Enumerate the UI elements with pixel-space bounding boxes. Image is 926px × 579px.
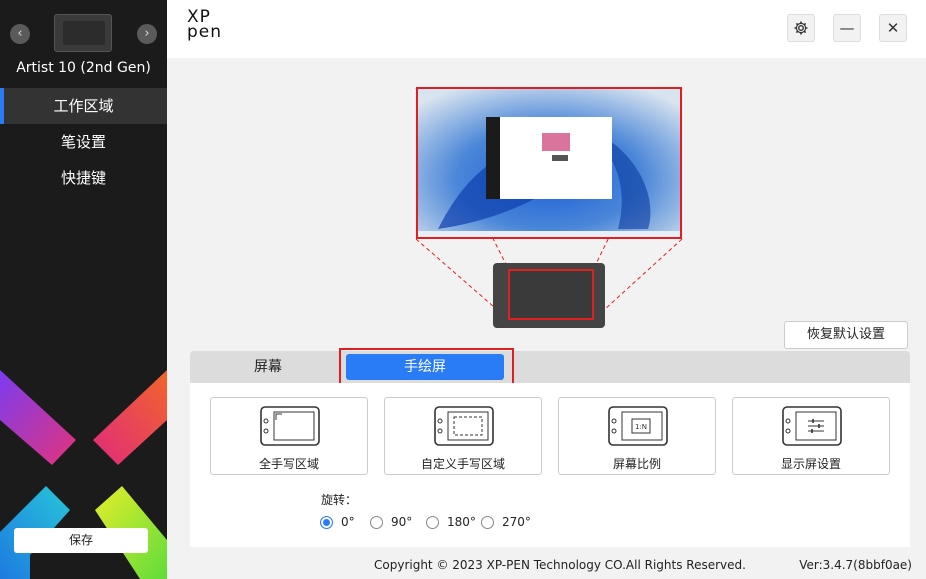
xppen-logo: XP pen [187, 9, 223, 42]
rotation-option-270[interactable]: 270° [481, 515, 531, 531]
minimize-button[interactable]: — [833, 14, 861, 42]
sidebar-item-pen-settings[interactable]: 笔设置 [0, 124, 167, 160]
custom-area-card[interactable]: 自定义手写区域 [384, 397, 542, 475]
chevron-left-icon: ‹ [17, 26, 23, 41]
prev-device-button[interactable]: ‹ [10, 24, 30, 44]
card-label-screen-ratio: 屏幕比例 [612, 457, 661, 471]
rotation-option-0[interactable]: 0° [320, 515, 355, 531]
card-label-custom-area: 自定义手写区域 [420, 457, 505, 471]
monitor-preview [416, 87, 682, 239]
custom-area-icon [434, 406, 494, 446]
svg-text:1:N: 1:N [635, 423, 647, 431]
chevron-right-icon: › [144, 26, 150, 41]
device-name: Artist 10 (2nd Gen) [16, 60, 151, 76]
copyright-text: Copyright © 2023 XP-PEN Technology CO.Al… [374, 558, 746, 572]
rotation-label-90: 90° [391, 515, 413, 529]
main-content: 恢复默认设置 屏幕 手绘屏 全手写区域 自定义手写区域 1:N 屏幕比例 显示屏… [167, 58, 926, 547]
sidebar-menu: 工作区域 笔设置 快捷键 [0, 88, 167, 196]
full-area-icon [260, 406, 320, 446]
version-text: Ver:3.4.7(8bbf0ae) [799, 558, 912, 572]
gear-icon [794, 21, 808, 35]
rotation-option-180[interactable]: 180° [426, 515, 476, 531]
full-area-card[interactable]: 全手写区域 [210, 397, 368, 475]
rotation-label-0: 0° [341, 515, 355, 529]
rotation-label-270: 270° [502, 515, 531, 529]
card-label-full-area: 全手写区域 [258, 457, 319, 471]
close-button[interactable]: ✕ [879, 14, 907, 42]
tab-pen-display[interactable]: 手绘屏 [346, 354, 504, 380]
device-thumbnail [54, 14, 112, 52]
reset-defaults-button[interactable]: 恢复默认设置 [784, 321, 908, 349]
radio-icon [370, 516, 383, 529]
decorative-x-graphic [0, 370, 167, 579]
header: XP pen — ✕ [167, 0, 926, 58]
desktop-wallpaper [418, 89, 680, 237]
card-label-display-settings: 显示屏设置 [780, 457, 841, 471]
screen-ratio-card[interactable]: 1:N 屏幕比例 [558, 397, 716, 475]
sidebar: ‹ › Artist 10 (2nd Gen) 工作区域 笔设置 快捷键 保存 [0, 0, 167, 579]
rotation-label-180: 180° [447, 515, 476, 529]
rotation-title: 旋转： [321, 493, 358, 507]
close-icon: ✕ [886, 19, 900, 37]
area-settings-panel: 全手写区域 自定义手写区域 1:N 屏幕比例 显示屏设置 旋转： 0° 90° … [190, 383, 910, 547]
sidebar-item-work-area[interactable]: 工作区域 [0, 88, 167, 124]
rotation-option-90[interactable]: 90° [370, 515, 412, 531]
tablet-active-area [508, 269, 594, 320]
logo-bottom: pen [187, 22, 223, 42]
footer: Copyright © 2023 XP-PEN Technology CO.Al… [167, 547, 926, 579]
minimize-icon: — [839, 19, 855, 37]
screen-ratio-icon: 1:N [608, 406, 668, 446]
sidebar-item-shortcuts[interactable]: 快捷键 [0, 160, 167, 196]
radio-selected-icon [320, 516, 333, 529]
radio-icon [481, 516, 494, 529]
radio-icon [426, 516, 439, 529]
save-button[interactable]: 保存 [14, 528, 148, 553]
display-settings-card[interactable]: 显示屏设置 [732, 397, 890, 475]
tab-screen[interactable]: 屏幕 [190, 351, 346, 383]
settings-button[interactable] [787, 14, 815, 42]
next-device-button[interactable]: › [137, 24, 157, 44]
display-settings-icon [782, 406, 842, 446]
